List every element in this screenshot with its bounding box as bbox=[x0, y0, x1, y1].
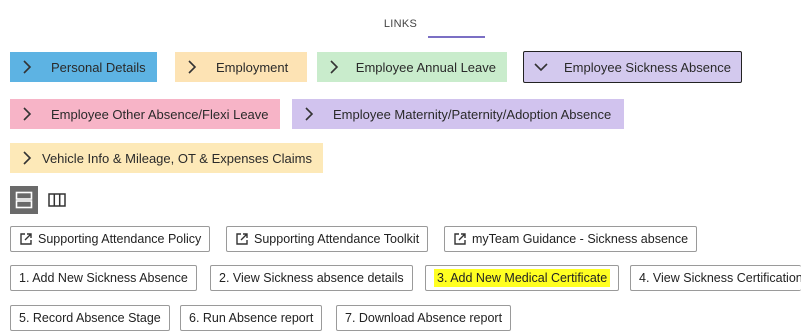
supporting-attendance-toolkit-link[interactable]: Supporting Attendance Toolkit bbox=[226, 226, 429, 252]
tab-active-indicator bbox=[428, 36, 485, 38]
supporting-attendance-policy-link[interactable]: Supporting Attendance Policy bbox=[10, 226, 211, 252]
chevron-right-icon bbox=[21, 107, 43, 121]
link-label: myTeam Guidance - Sickness absence bbox=[472, 232, 689, 246]
download-absence-report-button[interactable]: 7. Download Absence report bbox=[336, 305, 512, 331]
category-label: Employee Maternity/Paternity/Adoption Ab… bbox=[333, 106, 612, 122]
chevron-down-icon bbox=[534, 61, 556, 73]
button-label: 6. Run Absence report bbox=[189, 311, 314, 325]
chevron-right-icon bbox=[21, 60, 43, 74]
link-label: Supporting Attendance Policy bbox=[38, 232, 202, 246]
chevron-right-icon bbox=[328, 60, 348, 74]
view-sickness-absence-details-button[interactable]: 2. View Sickness absence details bbox=[210, 265, 413, 291]
chevron-right-icon bbox=[303, 107, 325, 121]
category-label: Personal Details bbox=[51, 59, 146, 75]
add-new-sickness-absence-button[interactable]: 1. Add New Sickness Absence bbox=[10, 265, 197, 291]
button-label: 5. Record Absence Stage bbox=[19, 311, 161, 325]
add-new-medical-certificate-button[interactable]: 3. Add New Medical Certificate bbox=[425, 265, 620, 291]
category-employment[interactable]: Employment bbox=[175, 52, 307, 82]
record-absence-stage-button[interactable]: 5. Record Absence Stage bbox=[10, 305, 170, 331]
category-employee-annual-leave[interactable]: Employee Annual Leave bbox=[317, 52, 507, 82]
category-employee-other-absence[interactable]: Employee Other Absence/Flexi Leave bbox=[10, 99, 280, 129]
tab-links-label: LINKS bbox=[383, 18, 418, 30]
myteam-guidance-link[interactable]: myTeam Guidance - Sickness absence bbox=[444, 226, 698, 252]
button-label: 3. Add New Medical Certificate bbox=[434, 269, 611, 287]
category-label: Vehicle Info & Mileage, OT & Expenses Cl… bbox=[42, 150, 312, 166]
button-label: 1. Add New Sickness Absence bbox=[19, 271, 188, 285]
chevron-right-icon bbox=[21, 151, 34, 165]
button-label: 7. Download Absence report bbox=[345, 311, 503, 325]
run-absence-report-button[interactable]: 6. Run Absence report bbox=[180, 305, 323, 331]
chevron-right-icon bbox=[186, 60, 208, 74]
link-label: Supporting Attendance Toolkit bbox=[254, 232, 420, 246]
category-personal-details[interactable]: Personal Details bbox=[10, 52, 157, 82]
external-link-icon bbox=[235, 232, 249, 246]
rows-view-icon[interactable] bbox=[10, 186, 38, 214]
button-label: 4. View Sickness Certification bbox=[639, 271, 801, 285]
tab-links[interactable]: LINKS bbox=[0, 14, 801, 32]
category-label: Employee Other Absence/Flexi Leave bbox=[51, 106, 269, 122]
category-vehicle-info-claims[interactable]: Vehicle Info & Mileage, OT & Expenses Cl… bbox=[10, 143, 323, 173]
view-sickness-certification-button[interactable]: 4. View Sickness Certification bbox=[630, 265, 801, 291]
category-label: Employee Annual Leave bbox=[355, 59, 496, 75]
category-label: Employee Sickness Absence bbox=[564, 59, 731, 75]
view-toggle bbox=[10, 186, 68, 214]
external-link-icon bbox=[453, 232, 467, 246]
button-label: 2. View Sickness absence details bbox=[219, 271, 404, 285]
category-employee-maternity-paternity[interactable]: Employee Maternity/Paternity/Adoption Ab… bbox=[292, 99, 624, 129]
external-link-icon bbox=[19, 232, 33, 246]
columns-view-icon[interactable] bbox=[46, 189, 68, 211]
category-label: Employment bbox=[216, 59, 289, 75]
category-employee-sickness-absence[interactable]: Employee Sickness Absence bbox=[523, 51, 742, 83]
